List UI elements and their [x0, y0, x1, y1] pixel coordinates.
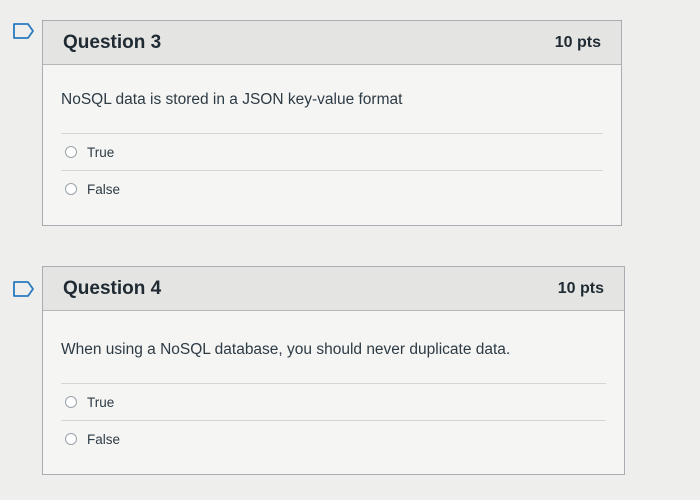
answer-label: False [87, 181, 121, 197]
question-card: Question 3 10 pts NoSQL data is stored i… [42, 20, 622, 226]
answer-label: False [87, 431, 121, 447]
question-title: Question 3 [63, 31, 162, 53]
answer-label: True [87, 144, 115, 160]
question-body: When using a NoSQL database, you should … [43, 311, 624, 457]
flag-question-icon[interactable] [12, 280, 36, 298]
radio-button[interactable] [65, 396, 77, 408]
answer-label: True [87, 394, 115, 410]
question-header: Question 3 10 pts [43, 21, 621, 65]
answer-list: True False [61, 383, 606, 457]
radio-button[interactable] [65, 433, 77, 445]
question-body: NoSQL data is stored in a JSON key-value… [43, 65, 621, 207]
question-prompt: NoSQL data is stored in a JSON key-value… [61, 91, 403, 108]
radio-button[interactable] [65, 146, 77, 158]
question-title: Question 4 [63, 277, 162, 299]
quiz-page: Question 3 10 pts NoSQL data is stored i… [0, 0, 700, 500]
answer-option-false[interactable]: False [61, 171, 603, 207]
question-card: Question 4 10 pts When using a NoSQL dat… [42, 266, 625, 475]
question-points: 10 pts [554, 33, 601, 51]
radio-button[interactable] [65, 183, 77, 195]
answer-option-true[interactable]: True [61, 384, 606, 420]
question-points: 10 pts [557, 279, 604, 297]
question-header: Question 4 10 pts [43, 267, 624, 311]
flag-question-icon[interactable] [12, 22, 36, 40]
answer-list: True False [61, 133, 603, 207]
question-prompt: When using a NoSQL database, you should … [61, 341, 511, 358]
answer-option-false[interactable]: False [61, 421, 606, 457]
answer-option-true[interactable]: True [61, 134, 603, 170]
